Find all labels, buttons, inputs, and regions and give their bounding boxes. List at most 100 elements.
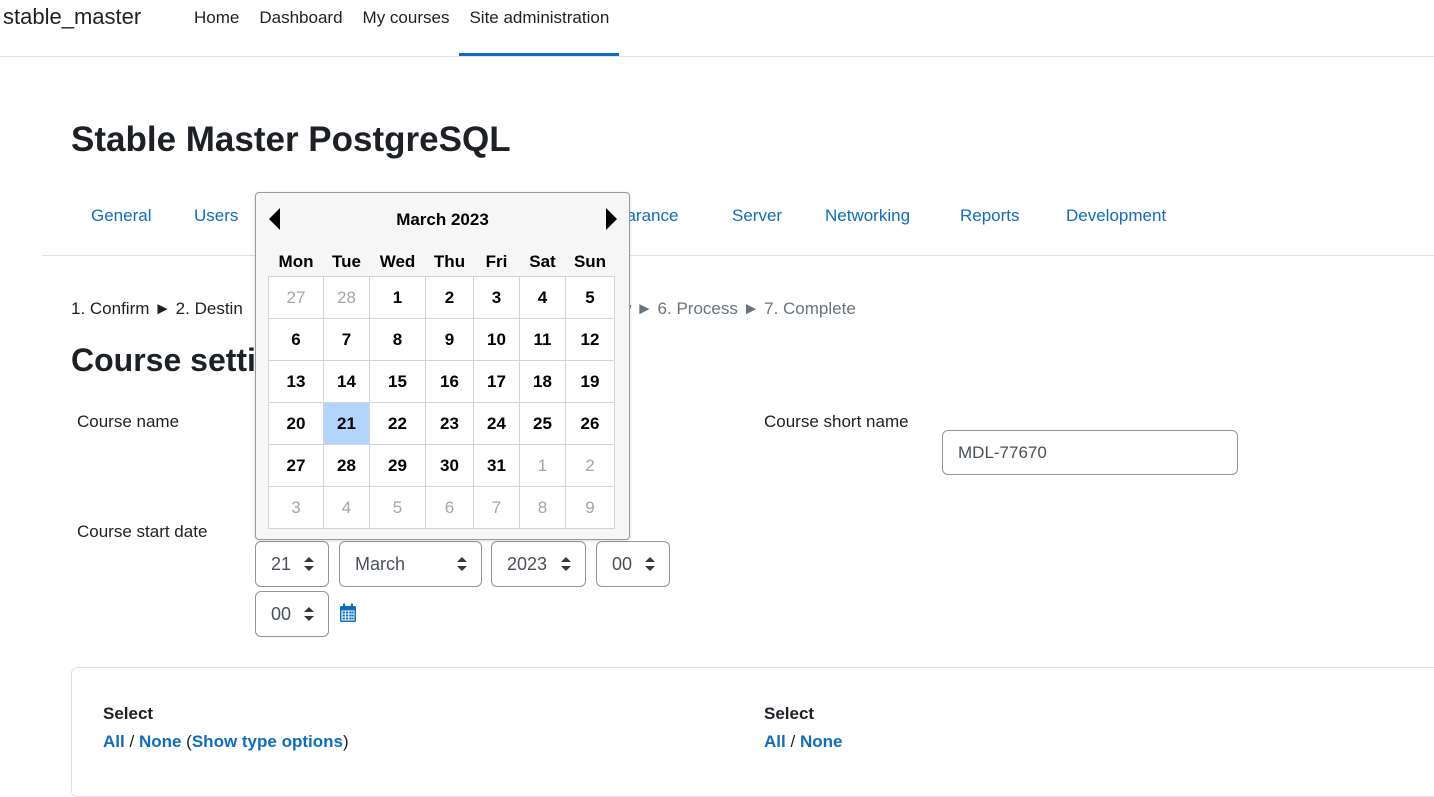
- calendar-day[interactable]: 23: [425, 402, 474, 445]
- calendar-day[interactable]: 6: [268, 318, 324, 361]
- weekday-label: Mon: [278, 252, 314, 271]
- weekday-label: Wed: [379, 252, 416, 271]
- calendar-day[interactable]: 25: [519, 402, 566, 445]
- minute-select[interactable]: 00: [255, 591, 329, 637]
- calendar-day[interactable]: 9: [425, 318, 474, 361]
- calendar-day[interactable]: 31: [473, 444, 520, 487]
- calendar-day[interactable]: 28: [323, 444, 370, 487]
- calendar-day[interactable]: 5: [369, 486, 426, 529]
- hour-select[interactable]: 00: [596, 541, 670, 587]
- calendar-popup: March 2023 Mon Tue Wed Thu Fri Sat Sun 2…: [255, 192, 630, 540]
- calendar-day[interactable]: 28: [323, 276, 370, 319]
- calendar-day[interactable]: 16: [425, 360, 474, 403]
- select-all-link[interactable]: All: [764, 732, 786, 751]
- day-select[interactable]: 21: [255, 541, 329, 587]
- calendar-week: 6 7 8 9 10 11 12: [268, 318, 615, 361]
- calendar-day[interactable]: 29: [369, 444, 426, 487]
- year-select-value: 2023: [507, 554, 548, 574]
- tab-users[interactable]: Users: [194, 206, 238, 226]
- calendar-day[interactable]: 2: [565, 444, 615, 487]
- select-none-link[interactable]: None: [800, 732, 843, 751]
- select-arrows-icon: [645, 557, 655, 571]
- weekday-label: Fri: [485, 252, 508, 271]
- calendar-day[interactable]: 7: [323, 318, 370, 361]
- month-select[interactable]: March: [339, 541, 482, 587]
- select-all-link[interactable]: All: [103, 732, 125, 751]
- hour-select-value: 00: [612, 554, 633, 574]
- course-settings-heading: Course settin: [71, 342, 276, 378]
- calendar-day[interactable]: 27: [268, 276, 324, 319]
- separator: /: [790, 732, 796, 751]
- tab-development[interactable]: Development: [1066, 206, 1166, 226]
- calendar-day[interactable]: 3: [473, 276, 520, 319]
- calendar-day[interactable]: 1: [369, 276, 426, 319]
- calendar-day[interactable]: 1: [519, 444, 566, 487]
- calendar-day[interactable]: 19: [565, 360, 615, 403]
- calendar-day[interactable]: 27: [268, 444, 324, 487]
- day-select-value: 21: [271, 554, 292, 574]
- weekday-label: Tue: [332, 252, 361, 271]
- calendar-day[interactable]: 7: [473, 486, 520, 529]
- page-title: Stable Master PostgreSQL: [71, 120, 511, 159]
- tab-networking[interactable]: Networking: [825, 206, 910, 226]
- nav-site-administration[interactable]: Site administration: [459, 0, 620, 56]
- year-select[interactable]: 2023: [491, 541, 586, 587]
- calendar-week: 27 28 29 30 31 1 2: [268, 444, 615, 487]
- calendar-day[interactable]: 30: [425, 444, 474, 487]
- calendar-day[interactable]: 12: [565, 318, 615, 361]
- calendar-day[interactable]: 3: [268, 486, 324, 529]
- calendar-day[interactable]: 4: [323, 486, 370, 529]
- month-select-value: March: [355, 554, 406, 574]
- triangle-right-icon[interactable]: [606, 208, 617, 230]
- calendar-day[interactable]: 8: [369, 318, 426, 361]
- calendar-day[interactable]: 8: [519, 486, 566, 529]
- select-panel: Select All / None (Show type options) Se…: [71, 667, 1434, 797]
- show-type-options-link[interactable]: Show type options: [192, 732, 343, 751]
- site-brand[interactable]: stable_master: [3, 4, 141, 30]
- calendar-day[interactable]: 4: [519, 276, 566, 319]
- calendar-day[interactable]: 15: [369, 360, 426, 403]
- tab-general[interactable]: General: [91, 206, 151, 226]
- calendar-day[interactable]: 10: [473, 318, 520, 361]
- tab-reports[interactable]: Reports: [960, 206, 1020, 226]
- calendar-day[interactable]: 13: [268, 360, 324, 403]
- select-links-right: All / None: [764, 732, 842, 752]
- calendar-day[interactable]: 20: [268, 402, 324, 445]
- calendar-day[interactable]: 18: [519, 360, 566, 403]
- calendar-day[interactable]: 6: [425, 486, 474, 529]
- calendar-day[interactable]: 24: [473, 402, 520, 445]
- separator: /: [129, 732, 135, 751]
- select-title-left: Select: [103, 704, 154, 723]
- calendar-week: 20 21 22 23 24 25 26: [268, 402, 615, 445]
- calendar-day[interactable]: 11: [519, 318, 566, 361]
- tab-server[interactable]: Server: [732, 206, 782, 226]
- select-arrows-icon: [561, 557, 571, 571]
- course-start-date-label: Course start date: [77, 522, 208, 541]
- select-arrows-icon: [304, 557, 314, 571]
- calendar-week: 13 14 15 16 17 18 19: [268, 360, 615, 403]
- weekday-label: Sat: [529, 252, 556, 271]
- calendar-day[interactable]: 17: [473, 360, 520, 403]
- top-navbar: stable_master Home Dashboard My courses …: [0, 0, 1434, 57]
- primary-navigation: Home Dashboard My courses Site administr…: [184, 0, 620, 56]
- calendar-day[interactable]: 26: [565, 402, 615, 445]
- course-short-name-input[interactable]: MDL-77670: [942, 430, 1238, 475]
- select-none-link[interactable]: None: [139, 732, 182, 751]
- calendar-day[interactable]: 5: [565, 276, 615, 319]
- select-links-left: All / None (Show type options): [103, 732, 349, 752]
- calendar-day-selected[interactable]: 21: [323, 402, 370, 445]
- nav-dashboard[interactable]: Dashboard: [249, 0, 352, 56]
- nav-my-courses[interactable]: My courses: [353, 0, 460, 56]
- steps-end: w ► 6. Process ► 7. Complete: [619, 299, 856, 318]
- calendar-month-title: March 2023: [396, 210, 489, 229]
- calendar-day[interactable]: 9: [565, 486, 615, 529]
- calendar-day[interactable]: 22: [369, 402, 426, 445]
- nav-home[interactable]: Home: [184, 0, 249, 56]
- close-paren: ): [342, 732, 349, 751]
- course-name-label: Course name: [77, 412, 180, 431]
- calendar-day[interactable]: 14: [323, 360, 370, 403]
- minute-select-value: 00: [271, 604, 292, 624]
- restore-progress-steps: 1. Confirm ► 2. Destin w ► 6. Process ► …: [71, 299, 856, 319]
- calendar-icon[interactable]: [339, 603, 357, 623]
- calendar-day[interactable]: 2: [425, 276, 474, 319]
